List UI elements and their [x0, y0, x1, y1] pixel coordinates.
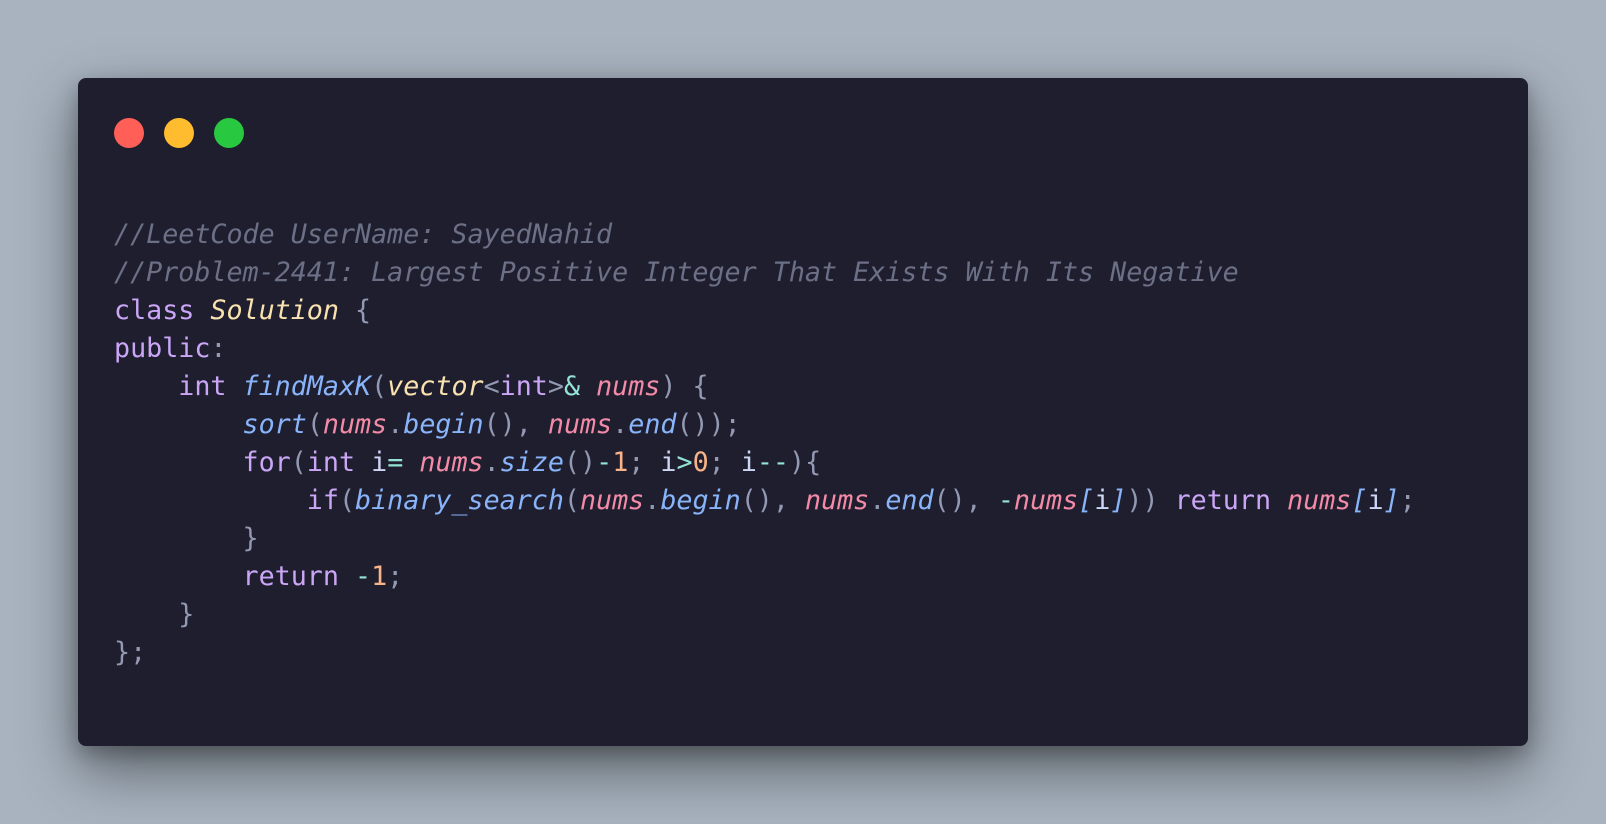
- code-token: -: [997, 485, 1014, 516]
- code-token: i: [740, 447, 757, 478]
- code-token: [: [1078, 485, 1095, 516]
- code-token: =: [387, 447, 420, 478]
- code-token: i: [660, 447, 677, 478]
- close-dot-icon[interactable]: [114, 118, 144, 148]
- code-token: i: [1367, 485, 1384, 516]
- code-token: i: [1094, 485, 1111, 516]
- code-token: -: [355, 561, 372, 592]
- code-token: int: [114, 371, 243, 402]
- code-token: ;: [708, 447, 741, 478]
- code-token: -: [596, 447, 613, 478]
- code-line: class Solution {: [114, 292, 1416, 330]
- code-token: ]: [1383, 485, 1400, 516]
- code-line: public:: [114, 330, 1416, 368]
- code-token: &: [563, 371, 597, 402]
- code-token: begin: [403, 409, 484, 440]
- code-token: int: [306, 447, 372, 478]
- code-token: ]: [1110, 485, 1127, 516]
- code-token: 1: [612, 447, 629, 478]
- code-token: vector: [387, 371, 484, 402]
- code-token: 1: [371, 561, 388, 592]
- code-line: }: [114, 596, 1416, 634]
- code-token: nums: [322, 409, 388, 440]
- maximize-dot-icon[interactable]: [214, 118, 244, 148]
- code-token: nums: [419, 447, 484, 478]
- code-token: return: [114, 561, 356, 592]
- code-token: 0: [692, 447, 709, 478]
- code-line: for(int i= nums.size()-1; i>0; i--){: [114, 444, 1416, 482]
- code-token: ;: [1399, 485, 1416, 516]
- code-token: (),: [483, 409, 548, 440]
- code-token: )): [1126, 485, 1175, 516]
- code-token: nums: [596, 371, 661, 402]
- code-token: >: [547, 371, 564, 402]
- code-token: nums: [579, 485, 645, 516]
- code-line: }: [114, 520, 1416, 558]
- code-token: public: [114, 333, 211, 364]
- code-token: .: [869, 485, 886, 516]
- code-token: (),: [740, 485, 805, 516]
- code-token: for: [114, 447, 291, 478]
- code-token: end: [885, 485, 934, 516]
- code-token: begin: [660, 485, 741, 516]
- code-token: findMaxK: [242, 371, 372, 402]
- code-token: --: [756, 447, 789, 478]
- code-line: if(binary_search(nums.begin(), nums.end(…: [114, 482, 1416, 520]
- code-token: (): [563, 447, 597, 478]
- code-token: nums: [547, 409, 613, 440]
- code-token: ());: [676, 409, 741, 440]
- code-line: int findMaxK(vector<int>& nums) {: [114, 368, 1416, 406]
- code-token: :: [210, 333, 227, 364]
- code-token: ;: [387, 561, 404, 592]
- code-token: >: [676, 447, 693, 478]
- code-token: (: [371, 371, 388, 402]
- code-line: sort(nums.begin(), nums.end());: [114, 406, 1416, 444]
- code-line: return -1;: [114, 558, 1416, 596]
- code-token: nums: [1013, 485, 1079, 516]
- code-token: ;: [628, 447, 661, 478]
- code-token: class: [114, 295, 211, 326]
- code-token: (: [290, 447, 307, 478]
- code-token: nums: [1287, 485, 1352, 516]
- code-token: //Problem-2441: Largest Positive Integer…: [114, 257, 1239, 288]
- code-token: [: [1351, 485, 1368, 516]
- code-line: };: [114, 634, 1416, 672]
- code-token: int: [499, 371, 548, 402]
- code-line: //LeetCode UserName: SayedNahid: [114, 216, 1416, 254]
- code-token: size: [499, 447, 564, 478]
- code-token: return: [1174, 485, 1288, 516]
- code-token: <: [483, 371, 500, 402]
- code-token: sort: [242, 409, 307, 440]
- code-token: .: [483, 447, 500, 478]
- minimize-dot-icon[interactable]: [164, 118, 194, 148]
- code-block: //LeetCode UserName: SayedNahid //Problem…: [114, 216, 1416, 672]
- code-token: }: [114, 599, 195, 630]
- code-token: .: [387, 409, 404, 440]
- code-token: binary_search: [355, 485, 564, 516]
- code-token: nums: [804, 485, 870, 516]
- code-token: ){: [789, 447, 822, 478]
- code-token: //LeetCode UserName: SayedNahid: [114, 219, 613, 250]
- code-token: (),: [933, 485, 998, 516]
- code-token: Solution: [210, 295, 339, 326]
- code-token: {: [338, 295, 372, 326]
- code-token: if: [114, 485, 339, 516]
- code-token: .: [644, 485, 661, 516]
- code-token: end: [628, 409, 677, 440]
- code-token: ) {: [660, 371, 709, 402]
- code-token: }: [114, 523, 259, 554]
- code-token: (: [338, 485, 356, 516]
- code-window: //LeetCode UserName: SayedNahid //Problem…: [78, 78, 1528, 746]
- code-token: i: [371, 447, 388, 478]
- code-line: //Problem-2441: Largest Positive Integer…: [114, 254, 1416, 292]
- code-token: .: [612, 409, 629, 440]
- code-token: };: [114, 637, 147, 668]
- code-token: (: [563, 485, 580, 516]
- code-token: (: [306, 409, 323, 440]
